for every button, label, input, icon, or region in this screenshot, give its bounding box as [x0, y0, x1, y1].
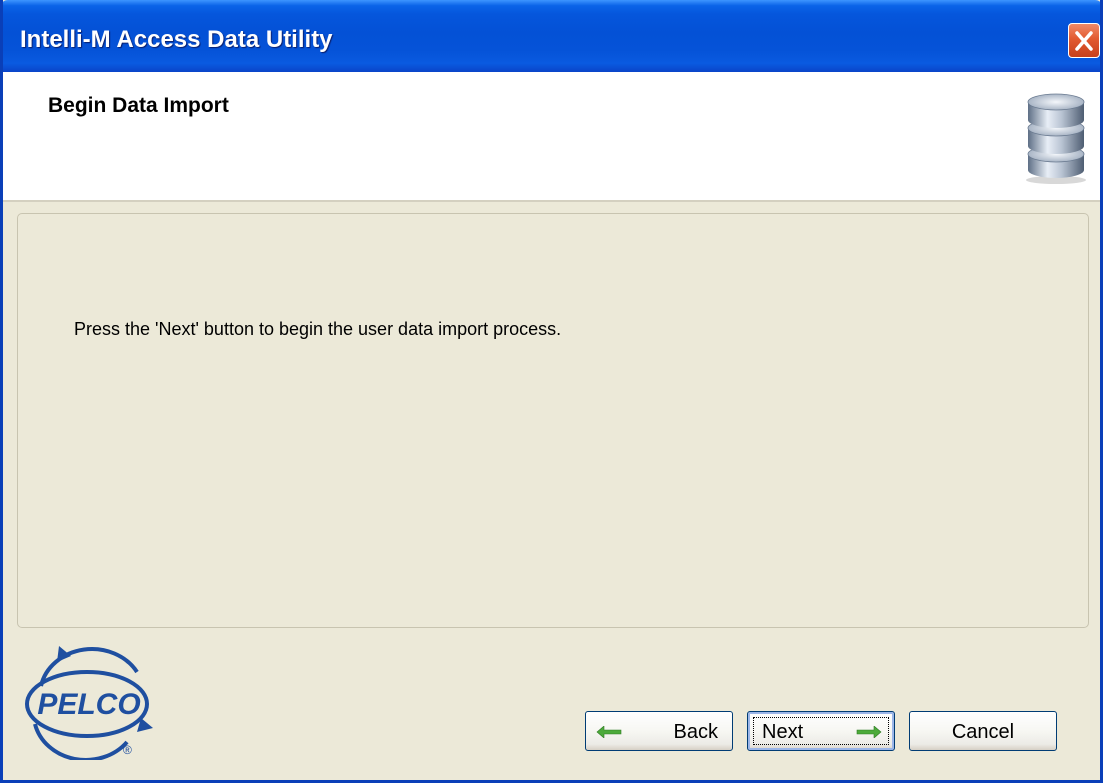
dialog-window: Intelli-M Access Data Utility Begin Data…	[0, 0, 1103, 783]
back-button-label: Back	[673, 721, 718, 743]
pelco-logo: PELCO ®	[25, 646, 153, 760]
page-title: Begin Data Import	[48, 94, 229, 117]
back-button[interactable]: Back	[585, 711, 733, 751]
next-button-label: Next	[762, 721, 804, 743]
cancel-button-label: Cancel	[951, 721, 1015, 743]
next-button[interactable]: Next	[747, 711, 895, 751]
title-bar[interactable]: Intelli-M Access Data Utility	[3, 0, 1100, 72]
database-icon	[1026, 93, 1086, 184]
arrow-left-icon	[596, 726, 622, 738]
wizard-header: Begin Data Import	[3, 72, 1100, 200]
window-title: Intelli-M Access Data Utility	[20, 26, 333, 53]
close-icon	[1075, 31, 1093, 51]
logo-text: PELCO	[37, 688, 140, 721]
arrow-right-icon	[856, 726, 882, 738]
close-button[interactable]	[1068, 23, 1100, 58]
content-panel: Press the 'Next' button to begin the use…	[17, 213, 1089, 628]
cancel-button[interactable]: Cancel	[909, 711, 1057, 751]
header-divider	[3, 200, 1100, 202]
registered-mark: ®	[123, 743, 132, 757]
instruction-text: Press the 'Next' button to begin the use…	[74, 319, 562, 339]
